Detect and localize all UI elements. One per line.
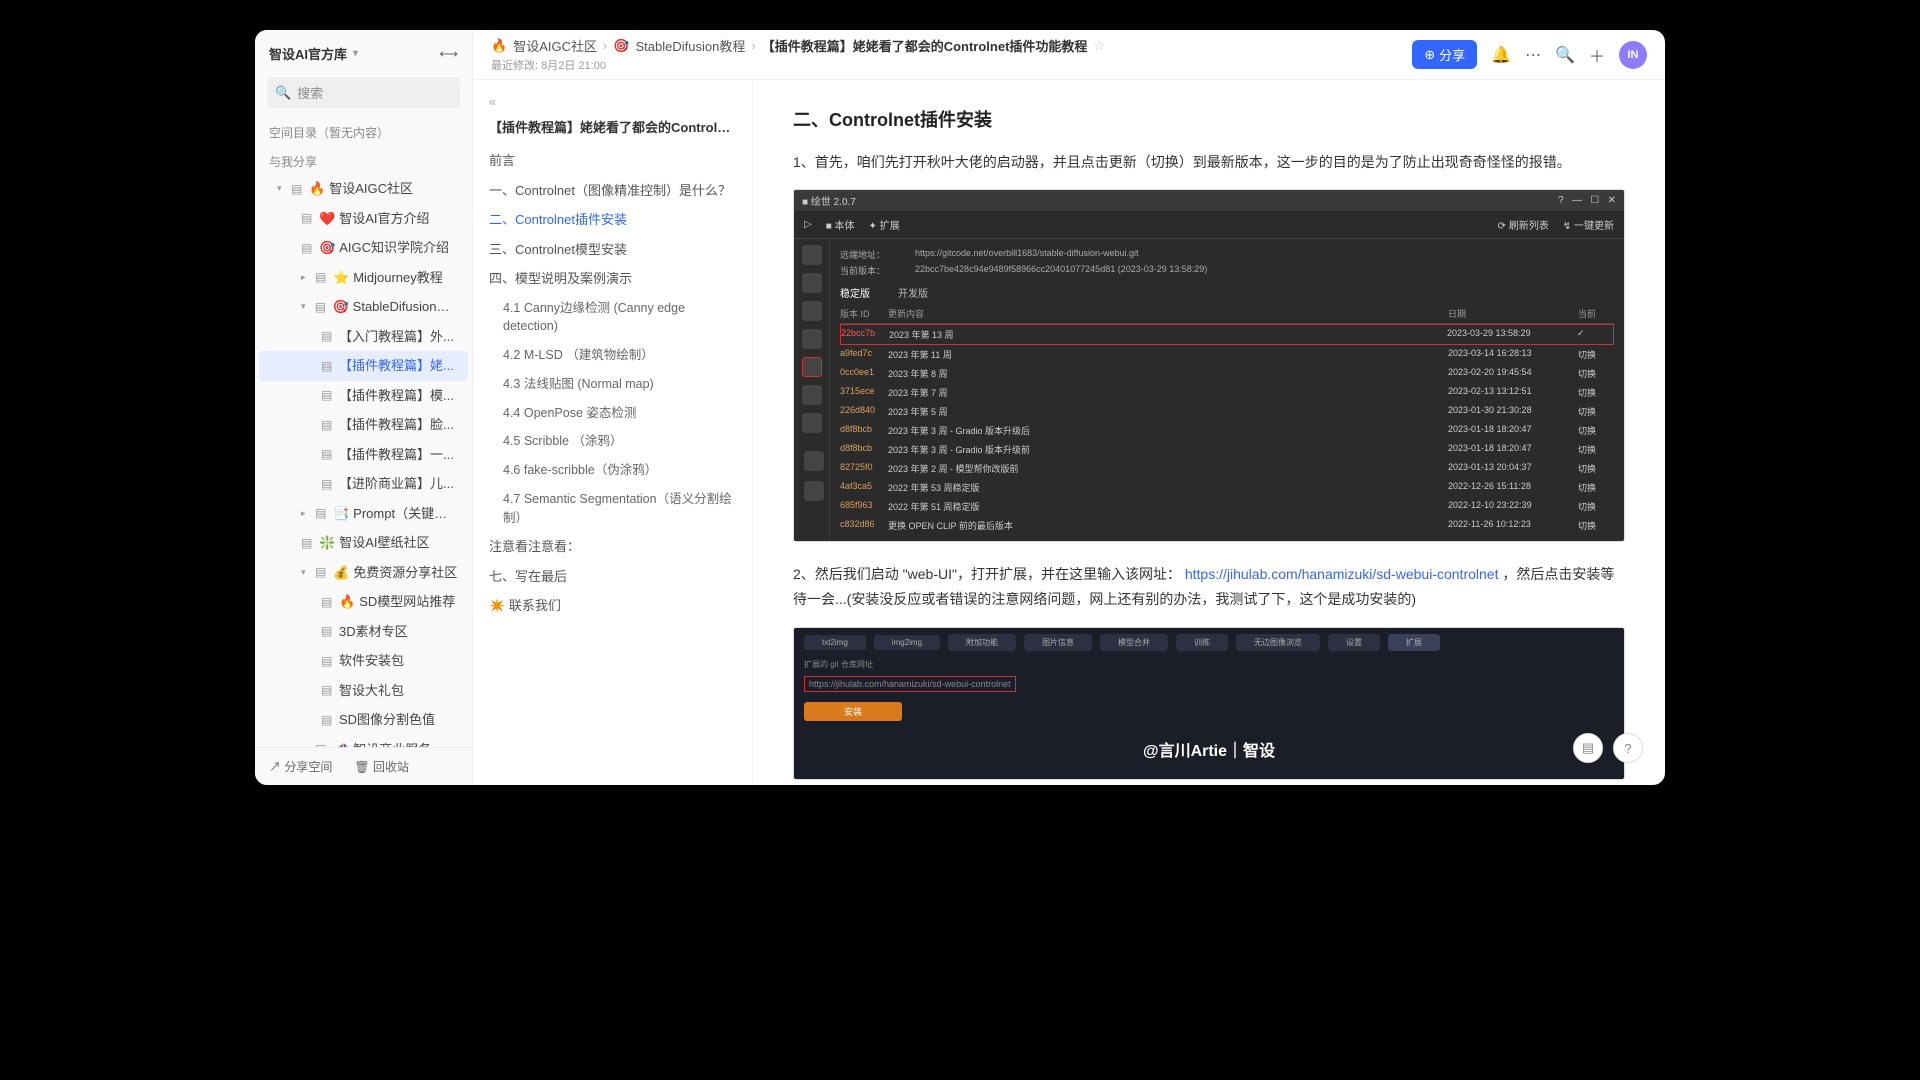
outline-item[interactable]: 4.3 法线贴图 (Normal map) (489, 370, 736, 399)
tree-item-free-res[interactable]: ▾▤💰免费资源分享社区 (259, 558, 468, 588)
tree-item-community[interactable]: ▾▤🔥智设AIGC社区 (259, 174, 468, 204)
star-icon[interactable]: ☆ (1093, 38, 1105, 54)
window-controls-icon: ? — ☐ ✕ (1558, 195, 1616, 206)
watermark-text: @言川Artie｜智设 (794, 727, 1624, 779)
tree-item-wallpaper[interactable]: ▤❇️智设AI壁纸社区 (259, 528, 468, 558)
sidebar-collapse-icon[interactable]: ⟷ (439, 46, 458, 62)
outline-item[interactable]: 前言 (489, 146, 736, 176)
crumb-sd[interactable]: StableDifusion教程 (636, 36, 746, 55)
tree-item-sd-seg[interactable]: ▤SD图像分割色值 (259, 705, 468, 735)
tree-item-sd-model[interactable]: ▤🔥SD模型网站推荐 (259, 587, 468, 617)
tree-item-plugin-one[interactable]: ▤【插件教程篇】一... (259, 440, 468, 470)
tree-item-mj[interactable]: ▸▤⭐Midjourney教程 (259, 263, 468, 293)
section-heading: 二、Controlnet插件安装 (793, 106, 1625, 132)
outline-item[interactable]: 4.6 fake-scribble（伪涂鸦） (489, 456, 736, 485)
share-button[interactable]: ⊕分享 (1412, 40, 1477, 69)
tree-item-3d[interactable]: ▤3D素材专区 (259, 617, 468, 647)
outline-item[interactable]: 注意看注意看： (489, 532, 736, 562)
paragraph: 2、然后我们启动 "web-UI"，打开扩展，并在这里输入该网址： https:… (793, 562, 1625, 612)
article-content: 二、Controlnet插件安装 1、首先，咱们先打开秋叶大佬的启动器，并且点击… (753, 80, 1665, 785)
space-selector[interactable]: 智设AI官方库▾ (269, 44, 358, 63)
more-icon[interactable]: ⋯ (1525, 45, 1541, 65)
tree-item-knowledge[interactable]: ▤🎯AIGC知识学院介绍 (259, 233, 468, 263)
share-space-link[interactable]: ↗ 分享空间 (269, 758, 332, 775)
crumb-current: 【插件教程篇】姥姥看了都会的Controlnet插件功能教程 (762, 36, 1088, 55)
tree-item-business[interactable]: ▸▤📣智设商业服务 (259, 735, 468, 748)
float-toc-button[interactable]: ▤ (1573, 733, 1603, 763)
nav-tree: ▾▤🔥智设AIGC社区 ▤❤️智设AI官方介绍 ▤🎯AIGC知识学院介绍 ▸▤⭐… (255, 174, 472, 747)
breadcrumb: 🔥智设AIGC社区 › 🎯StableDifusion教程 › 【插件教程篇】姥… (491, 36, 1105, 55)
globe-icon: ⊕ (1424, 47, 1435, 63)
page-outline: « 【插件教程篇】姥姥看了都会的Controlnet插... 前言 一、Cont… (473, 80, 753, 785)
add-icon[interactable]: ＋ (1589, 43, 1605, 67)
tree-item-intro-tut[interactable]: ▤【入门教程篇】外... (259, 322, 468, 352)
outline-item[interactable]: 一、Controlnet（图像精准控制）是什么？ (489, 176, 736, 206)
bell-icon[interactable]: 🔔 (1491, 45, 1511, 65)
outline-item[interactable]: 4.7 Semantic Segmentation（语义分割绘制） (489, 485, 736, 533)
outline-item[interactable]: 4.5 Scribble （涂鸦） (489, 427, 736, 456)
outline-item[interactable]: 4.4 OpenPose 姿态检测 (489, 399, 736, 428)
tree-item-prompt[interactable]: ▸▤📑Prompt（关键词） (259, 499, 468, 529)
outline-item[interactable]: 4.2 M-LSD （建筑物绘制） (489, 341, 736, 370)
outline-item[interactable]: 七、写在最后 (489, 562, 736, 592)
last-modified: 最近修改: 8月2日 21:00 (491, 57, 1105, 73)
outline-collapse-icon[interactable]: « (489, 94, 736, 109)
outline-item-contact[interactable]: ✴️ 联系我们 (489, 591, 736, 621)
tree-item-plugin-model[interactable]: ▤【插件教程篇】模... (259, 381, 468, 411)
outline-item-active[interactable]: 二、Controlnet插件安装 (489, 205, 736, 235)
outline-item[interactable]: 四、模型说明及案例演示 (489, 264, 736, 294)
recycle-bin-link[interactable]: 🗑 回收站 (354, 758, 409, 775)
outline-item[interactable]: 三、Controlnet模型安装 (489, 235, 736, 265)
tree-item-plugin-current[interactable]: ▤【插件教程篇】姥... (259, 351, 468, 381)
avatar[interactable]: IN (1619, 41, 1647, 69)
search-input[interactable]: 🔍 搜索 (267, 77, 460, 108)
sidebar: 智设AI官方库▾ ⟷ 🔍 搜索 空间目录（暂无内容） 与我分享 ▾▤🔥智设AIG… (255, 30, 473, 785)
topbar: 🔥智设AIGC社区 › 🎯StableDifusion教程 › 【插件教程篇】姥… (473, 30, 1665, 80)
chevron-down-icon: ▾ (353, 48, 358, 59)
tree-item-software[interactable]: ▤软件安装包 (259, 646, 468, 676)
embedded-image-webui: txt2imgimg2img附加功能图片信息模型合并训练无边图像浏览设置扩展 扩… (793, 627, 1625, 780)
section-space-toc: 空间目录（暂无内容） (255, 116, 472, 145)
outline-item[interactable]: 4.1 Canny边缘检测 (Canny edge detection) (489, 294, 736, 342)
section-shared: 与我分享 (255, 145, 472, 174)
embedded-image-launcher: ■ 绘世 2.0.7 ? — ☐ ✕ ▷■ 本体✦ 扩展 ⟳ 刷新列表↯ 一键更… (793, 189, 1625, 542)
paragraph: 1、首先，咱们先打开秋叶大佬的启动器，并且点击更新（切换）到最新版本，这一步的目… (793, 150, 1625, 175)
install-url-link[interactable]: https://jihulab.com/hanamizuki/sd-webui-… (1185, 566, 1499, 582)
crumb-community[interactable]: 智设AIGC社区 (513, 36, 597, 55)
search-top-icon[interactable]: 🔍 (1555, 45, 1575, 65)
tree-item-sd[interactable]: ▾▤🎯StableDifusion教程 (259, 292, 468, 322)
tree-item-gift[interactable]: ▤智设大礼包 (259, 676, 468, 706)
float-help-button[interactable]: ? (1613, 733, 1643, 763)
tree-item-plugin-face[interactable]: ▤【插件教程篇】脸... (259, 410, 468, 440)
search-icon: 🔍 (275, 85, 291, 101)
tree-item-intro[interactable]: ▤❤️智设AI官方介绍 (259, 204, 468, 234)
outline-title: 【插件教程篇】姥姥看了都会的Controlnet插... (489, 117, 736, 136)
tree-item-advanced[interactable]: ▤【进阶商业篇】儿... (259, 469, 468, 499)
